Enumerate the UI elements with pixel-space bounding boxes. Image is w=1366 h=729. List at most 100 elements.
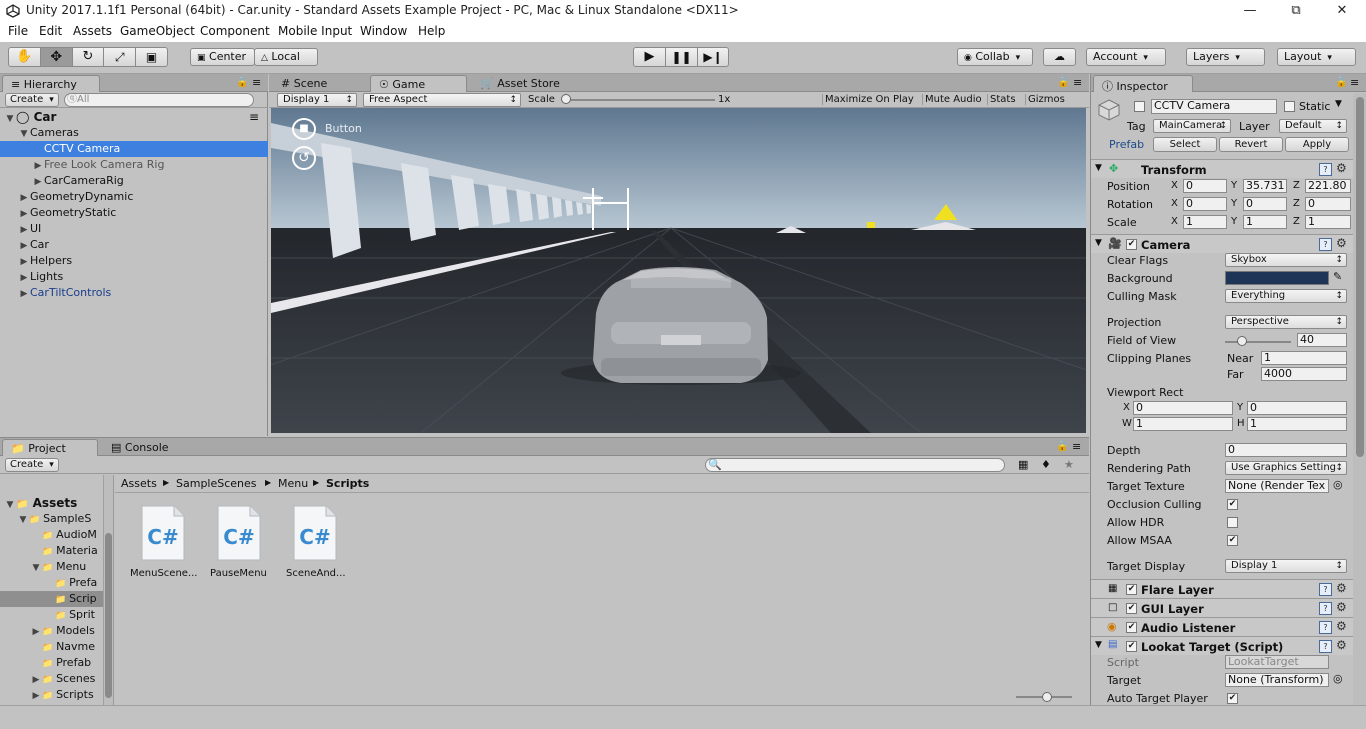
- reset-icon[interactable]: ↺: [292, 146, 316, 170]
- fov-slider[interactable]: [1225, 341, 1291, 343]
- allow-msaa-checkbox[interactable]: ✔: [1227, 535, 1238, 546]
- far-field[interactable]: 4000: [1261, 367, 1347, 381]
- gear-icon[interactable]: ⚙: [1336, 619, 1347, 633]
- auto-target-player-checkbox[interactable]: ✔: [1227, 693, 1238, 704]
- menu-window[interactable]: Window: [360, 24, 407, 38]
- help-book-icon[interactable]: ?: [1319, 583, 1332, 596]
- project-tree-item[interactable]: 📁 AudioM: [0, 527, 104, 543]
- chevron-down-icon[interactable]: ▼: [1095, 640, 1102, 650]
- chevron-right-icon[interactable]: ▶: [18, 254, 30, 270]
- hierarchy-item[interactable]: ▶ CarTiltControls: [0, 285, 268, 301]
- target-texture-field[interactable]: None (Render Tex: [1225, 479, 1329, 493]
- chevron-down-icon[interactable]: ▼: [17, 512, 29, 528]
- inspector-menu-icon[interactable]: ≡: [1350, 76, 1359, 89]
- help-book-icon[interactable]: ?: [1319, 602, 1332, 615]
- scene-menu-icon[interactable]: ≡: [249, 109, 259, 125]
- project-create-dropdown[interactable]: Create: [5, 458, 59, 472]
- rect-icon[interactable]: ▣: [136, 48, 167, 66]
- project-tree-item[interactable]: ▶ 📁 Models: [0, 623, 104, 639]
- help-book-icon[interactable]: ?: [1319, 163, 1332, 176]
- hierarchy-item[interactable]: ▶ UI: [0, 221, 268, 237]
- static-dropdown-icon[interactable]: ▼: [1335, 99, 1342, 109]
- audio-listener-checkbox[interactable]: ✔: [1126, 622, 1137, 633]
- step-icon[interactable]: ▶❙: [698, 48, 728, 66]
- transform-y-field[interactable]: 35.731: [1243, 179, 1287, 193]
- panel-menu-icon[interactable]: ≡: [252, 76, 261, 89]
- target-display-dropdown[interactable]: Display 1: [1225, 559, 1347, 573]
- breadcrumb-menu[interactable]: Menu: [278, 477, 308, 490]
- filter-type-icon[interactable]: ▦: [1018, 458, 1028, 471]
- project-tree-item[interactable]: 📁 Prefab: [0, 655, 104, 671]
- tree-assets[interactable]: ▼ 📁 Assets: [4, 495, 78, 511]
- close-button[interactable]: ✕: [1319, 0, 1365, 22]
- project-tree-item[interactable]: ▶ 📁 Scenes: [0, 671, 104, 687]
- chevron-down-icon[interactable]: ▼: [18, 126, 30, 142]
- transform-y-field[interactable]: 0: [1243, 197, 1287, 211]
- maximize-button[interactable]: ⧉: [1273, 0, 1319, 22]
- filter-label-icon[interactable]: ♦: [1041, 458, 1051, 471]
- flare-layer-header[interactable]: ▦ ✔ Flare Layer ? ⚙: [1091, 579, 1353, 598]
- allow-hdr-checkbox[interactable]: [1227, 517, 1238, 528]
- transform-x-field[interactable]: 1: [1183, 215, 1227, 229]
- chevron-right-icon[interactable]: ▶: [18, 286, 30, 302]
- transform-x-field[interactable]: 0: [1183, 179, 1227, 193]
- help-book-icon[interactable]: ?: [1319, 640, 1332, 653]
- object-picker-icon[interactable]: ◎: [1333, 478, 1343, 491]
- transform-header[interactable]: ▼ ✥ Transform ? ⚙: [1091, 159, 1353, 178]
- transform-z-field[interactable]: 1: [1305, 215, 1351, 229]
- menu-file[interactable]: File: [8, 24, 28, 38]
- clear-flags-dropdown[interactable]: Skybox: [1225, 253, 1347, 267]
- gui-layer-checkbox[interactable]: ✔: [1126, 603, 1137, 614]
- tab-game[interactable]: ☉ Game: [370, 75, 467, 92]
- transform-z-field[interactable]: 221.80: [1305, 179, 1351, 193]
- gear-icon[interactable]: ⚙: [1336, 638, 1347, 652]
- menu-edit[interactable]: Edit: [39, 24, 62, 38]
- mute-audio-toggle[interactable]: Mute Audio: [922, 94, 982, 105]
- eyedropper-icon[interactable]: ✎: [1333, 270, 1342, 283]
- gameobject-active-checkbox[interactable]: [1134, 101, 1145, 112]
- cloud-icon[interactable]: ☁: [1043, 48, 1076, 66]
- collab-dropdown[interactable]: ◉ Collab: [957, 48, 1033, 66]
- project-lock-icon[interactable]: 🔒: [1056, 441, 1068, 452]
- chevron-down-icon[interactable]: ▼: [30, 560, 42, 576]
- video-camera-icon[interactable]: ■: [292, 118, 316, 140]
- static-checkbox[interactable]: [1284, 101, 1295, 112]
- chevron-right-icon[interactable]: ▶: [18, 206, 30, 222]
- projection-dropdown[interactable]: Perspective: [1225, 315, 1347, 329]
- fov-field[interactable]: 40: [1297, 333, 1347, 347]
- inspector-lock-icon[interactable]: 🔒: [1335, 77, 1347, 88]
- scale-slider-thumb[interactable]: [561, 94, 571, 104]
- tab-console[interactable]: ▤ Console: [103, 439, 201, 456]
- game-lock-icon[interactable]: 🔒: [1057, 77, 1069, 88]
- tab-project[interactable]: 📁 Project: [2, 439, 98, 456]
- rendering-path-dropdown[interactable]: Use Graphics Setting: [1225, 461, 1347, 475]
- camera-header[interactable]: ▼ 🎥 ✔ Camera ? ⚙: [1091, 234, 1353, 253]
- aspect-dropdown[interactable]: Free Aspect: [363, 93, 521, 107]
- project-tree-item[interactable]: 📁 Scrip: [0, 591, 104, 607]
- prefab-select-button[interactable]: Select: [1153, 137, 1217, 152]
- menu-component[interactable]: Component: [200, 24, 270, 38]
- pause-icon[interactable]: ❚❚: [666, 48, 698, 66]
- tab-scene[interactable]: # Scene: [273, 75, 367, 92]
- project-tree-item[interactable]: 📁 Sprit: [0, 607, 104, 623]
- breadcrumb-samplescenes[interactable]: SampleScenes: [176, 477, 257, 490]
- asset-file[interactable]: C# PauseMenu: [204, 504, 268, 584]
- help-book-icon[interactable]: ?: [1319, 621, 1332, 634]
- tag-dropdown[interactable]: MainCamera: [1153, 119, 1231, 133]
- tab-asset-store[interactable]: 🛒 Asset Store: [472, 75, 572, 92]
- prefab-revert-button[interactable]: Revert: [1219, 137, 1283, 152]
- project-tree-item[interactable]: 📁 Materia: [0, 543, 104, 559]
- minimize-button[interactable]: —: [1227, 0, 1273, 22]
- menu-gameobject[interactable]: GameObject: [120, 24, 195, 38]
- favorite-star-icon[interactable]: ★: [1064, 458, 1074, 471]
- hierarchy-item[interactable]: ▶ GeometryStatic: [0, 205, 268, 221]
- hierarchy-item[interactable]: ▶ Free Look Camera Rig: [0, 157, 268, 173]
- hierarchy-item[interactable]: ▶ CarCameraRig: [0, 173, 268, 189]
- target-field[interactable]: None (Transform): [1225, 673, 1329, 687]
- gear-icon[interactable]: ⚙: [1336, 161, 1347, 175]
- chevron-right-icon[interactable]: ▶: [18, 222, 30, 238]
- flare-layer-checkbox[interactable]: ✔: [1126, 584, 1137, 595]
- rotate-icon[interactable]: ↻: [73, 48, 105, 66]
- tab-inspector[interactable]: ⓘ Inspector: [1093, 75, 1193, 93]
- gear-icon[interactable]: ⚙: [1336, 581, 1347, 595]
